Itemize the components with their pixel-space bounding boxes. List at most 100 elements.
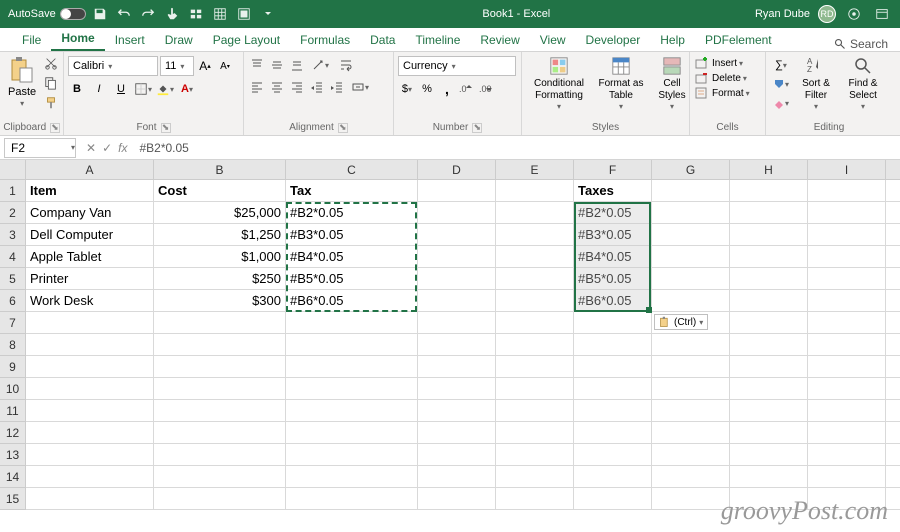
- cell-G13[interactable]: [652, 444, 730, 466]
- cell-E1[interactable]: [496, 180, 574, 202]
- cell-F1[interactable]: Taxes: [574, 180, 652, 202]
- cell-C11[interactable]: [286, 400, 418, 422]
- cut-button[interactable]: [42, 54, 60, 72]
- cell-C9[interactable]: [286, 356, 418, 378]
- cell-I13[interactable]: [808, 444, 886, 466]
- col-header-I[interactable]: I: [808, 160, 886, 180]
- alignment-dialog-launcher[interactable]: ⬊: [338, 123, 348, 133]
- cell-H6[interactable]: [730, 290, 808, 312]
- cell-C13[interactable]: [286, 444, 418, 466]
- col-header-H[interactable]: H: [730, 160, 808, 180]
- format-painter-button[interactable]: [42, 94, 60, 112]
- cell-B13[interactable]: [154, 444, 286, 466]
- row-header-3[interactable]: 3: [0, 224, 26, 246]
- cell-F10[interactable]: [574, 378, 652, 400]
- privacy-icon[interactable]: [844, 4, 864, 24]
- tab-pdfelement[interactable]: PDFelement: [695, 29, 782, 51]
- cell-B1[interactable]: Cost: [154, 180, 286, 202]
- cell-J3[interactable]: [886, 224, 900, 246]
- cell-C7[interactable]: [286, 312, 418, 334]
- grow-font-button[interactable]: A▴: [196, 57, 214, 75]
- cell-J11[interactable]: [886, 400, 900, 422]
- cell-I3[interactable]: [808, 224, 886, 246]
- cell-F14[interactable]: [574, 466, 652, 488]
- cell-D8[interactable]: [418, 334, 496, 356]
- row-header-12[interactable]: 12: [0, 422, 26, 444]
- number-format-combo[interactable]: Currency▾: [398, 56, 516, 76]
- name-box[interactable]: F2▾: [4, 138, 76, 158]
- cell-G8[interactable]: [652, 334, 730, 356]
- cell-D4[interactable]: [418, 246, 496, 268]
- cell-J8[interactable]: [886, 334, 900, 356]
- wrap-text-button[interactable]: [334, 56, 358, 74]
- align-top-button[interactable]: [248, 56, 266, 74]
- cell-C14[interactable]: [286, 466, 418, 488]
- cell-B12[interactable]: [154, 422, 286, 444]
- cell-A1[interactable]: Item: [26, 180, 154, 202]
- cell-E13[interactable]: [496, 444, 574, 466]
- autosave-toggle[interactable]: AutoSave: [8, 8, 86, 20]
- cell-G5[interactable]: [652, 268, 730, 290]
- cell-D2[interactable]: [418, 202, 496, 224]
- cell-G11[interactable]: [652, 400, 730, 422]
- cell-H1[interactable]: [730, 180, 808, 202]
- select-all-corner[interactable]: [0, 160, 26, 180]
- cell-I7[interactable]: [808, 312, 886, 334]
- cell-J15[interactable]: [886, 488, 900, 510]
- cell-J4[interactable]: [886, 246, 900, 268]
- cell-I10[interactable]: [808, 378, 886, 400]
- cell-E8[interactable]: [496, 334, 574, 356]
- font-name-combo[interactable]: Calibri▾: [68, 56, 158, 76]
- cell-F3[interactable]: #B3*0.05: [574, 224, 652, 246]
- borders-button[interactable]: ▾: [134, 80, 152, 98]
- cell-F6[interactable]: #B6*0.05: [574, 290, 652, 312]
- cell-A15[interactable]: [26, 488, 154, 510]
- cell-F13[interactable]: [574, 444, 652, 466]
- cell-C15[interactable]: [286, 488, 418, 510]
- clipboard-dialog-launcher[interactable]: ⬊: [50, 123, 60, 133]
- enter-formula-button[interactable]: ✓: [102, 141, 112, 155]
- tab-help[interactable]: Help: [650, 29, 695, 51]
- cell-E10[interactable]: [496, 378, 574, 400]
- autosum-button[interactable]: ∑▾: [770, 56, 792, 74]
- comma-button[interactable]: ,: [438, 80, 456, 98]
- cell-B6[interactable]: $300: [154, 290, 286, 312]
- cell-H8[interactable]: [730, 334, 808, 356]
- cell-F15[interactable]: [574, 488, 652, 510]
- format-cells-button[interactable]: Format▾: [694, 86, 750, 100]
- cell-J13[interactable]: [886, 444, 900, 466]
- cell-A7[interactable]: [26, 312, 154, 334]
- increase-indent-button[interactable]: [328, 78, 346, 96]
- tab-insert[interactable]: Insert: [105, 29, 155, 51]
- cell-I14[interactable]: [808, 466, 886, 488]
- percent-button[interactable]: %: [418, 80, 436, 98]
- cell-D15[interactable]: [418, 488, 496, 510]
- cell-E15[interactable]: [496, 488, 574, 510]
- fx-button[interactable]: fx: [118, 141, 127, 155]
- touch-mode-icon[interactable]: [162, 4, 182, 24]
- cell-E14[interactable]: [496, 466, 574, 488]
- cell-I4[interactable]: [808, 246, 886, 268]
- align-left-button[interactable]: [248, 78, 266, 96]
- cell-A4[interactable]: Apple Tablet: [26, 246, 154, 268]
- cell-F9[interactable]: [574, 356, 652, 378]
- cell-J10[interactable]: [886, 378, 900, 400]
- qat-more-icon[interactable]: [258, 4, 278, 24]
- cell-B9[interactable]: [154, 356, 286, 378]
- col-header-C[interactable]: C: [286, 160, 418, 180]
- worksheet-grid[interactable]: ABCDEFGHIJ 123456789101112131415 ItemCos…: [0, 160, 900, 530]
- cell-G10[interactable]: [652, 378, 730, 400]
- conditional-formatting-button[interactable]: Conditional Formatting▾: [526, 54, 592, 114]
- formula-input[interactable]: #B2*0.05: [133, 141, 900, 155]
- cell-D9[interactable]: [418, 356, 496, 378]
- cell-F7[interactable]: [574, 312, 652, 334]
- cell-F12[interactable]: [574, 422, 652, 444]
- number-dialog-launcher[interactable]: ⬊: [472, 123, 482, 133]
- underline-button[interactable]: U: [112, 80, 130, 98]
- clear-button[interactable]: ▾: [770, 94, 792, 112]
- cell-B14[interactable]: [154, 466, 286, 488]
- paste-button[interactable]: Paste▾: [4, 54, 40, 111]
- cell-E12[interactable]: [496, 422, 574, 444]
- cell-C6[interactable]: #B6*0.05: [286, 290, 418, 312]
- cell-D14[interactable]: [418, 466, 496, 488]
